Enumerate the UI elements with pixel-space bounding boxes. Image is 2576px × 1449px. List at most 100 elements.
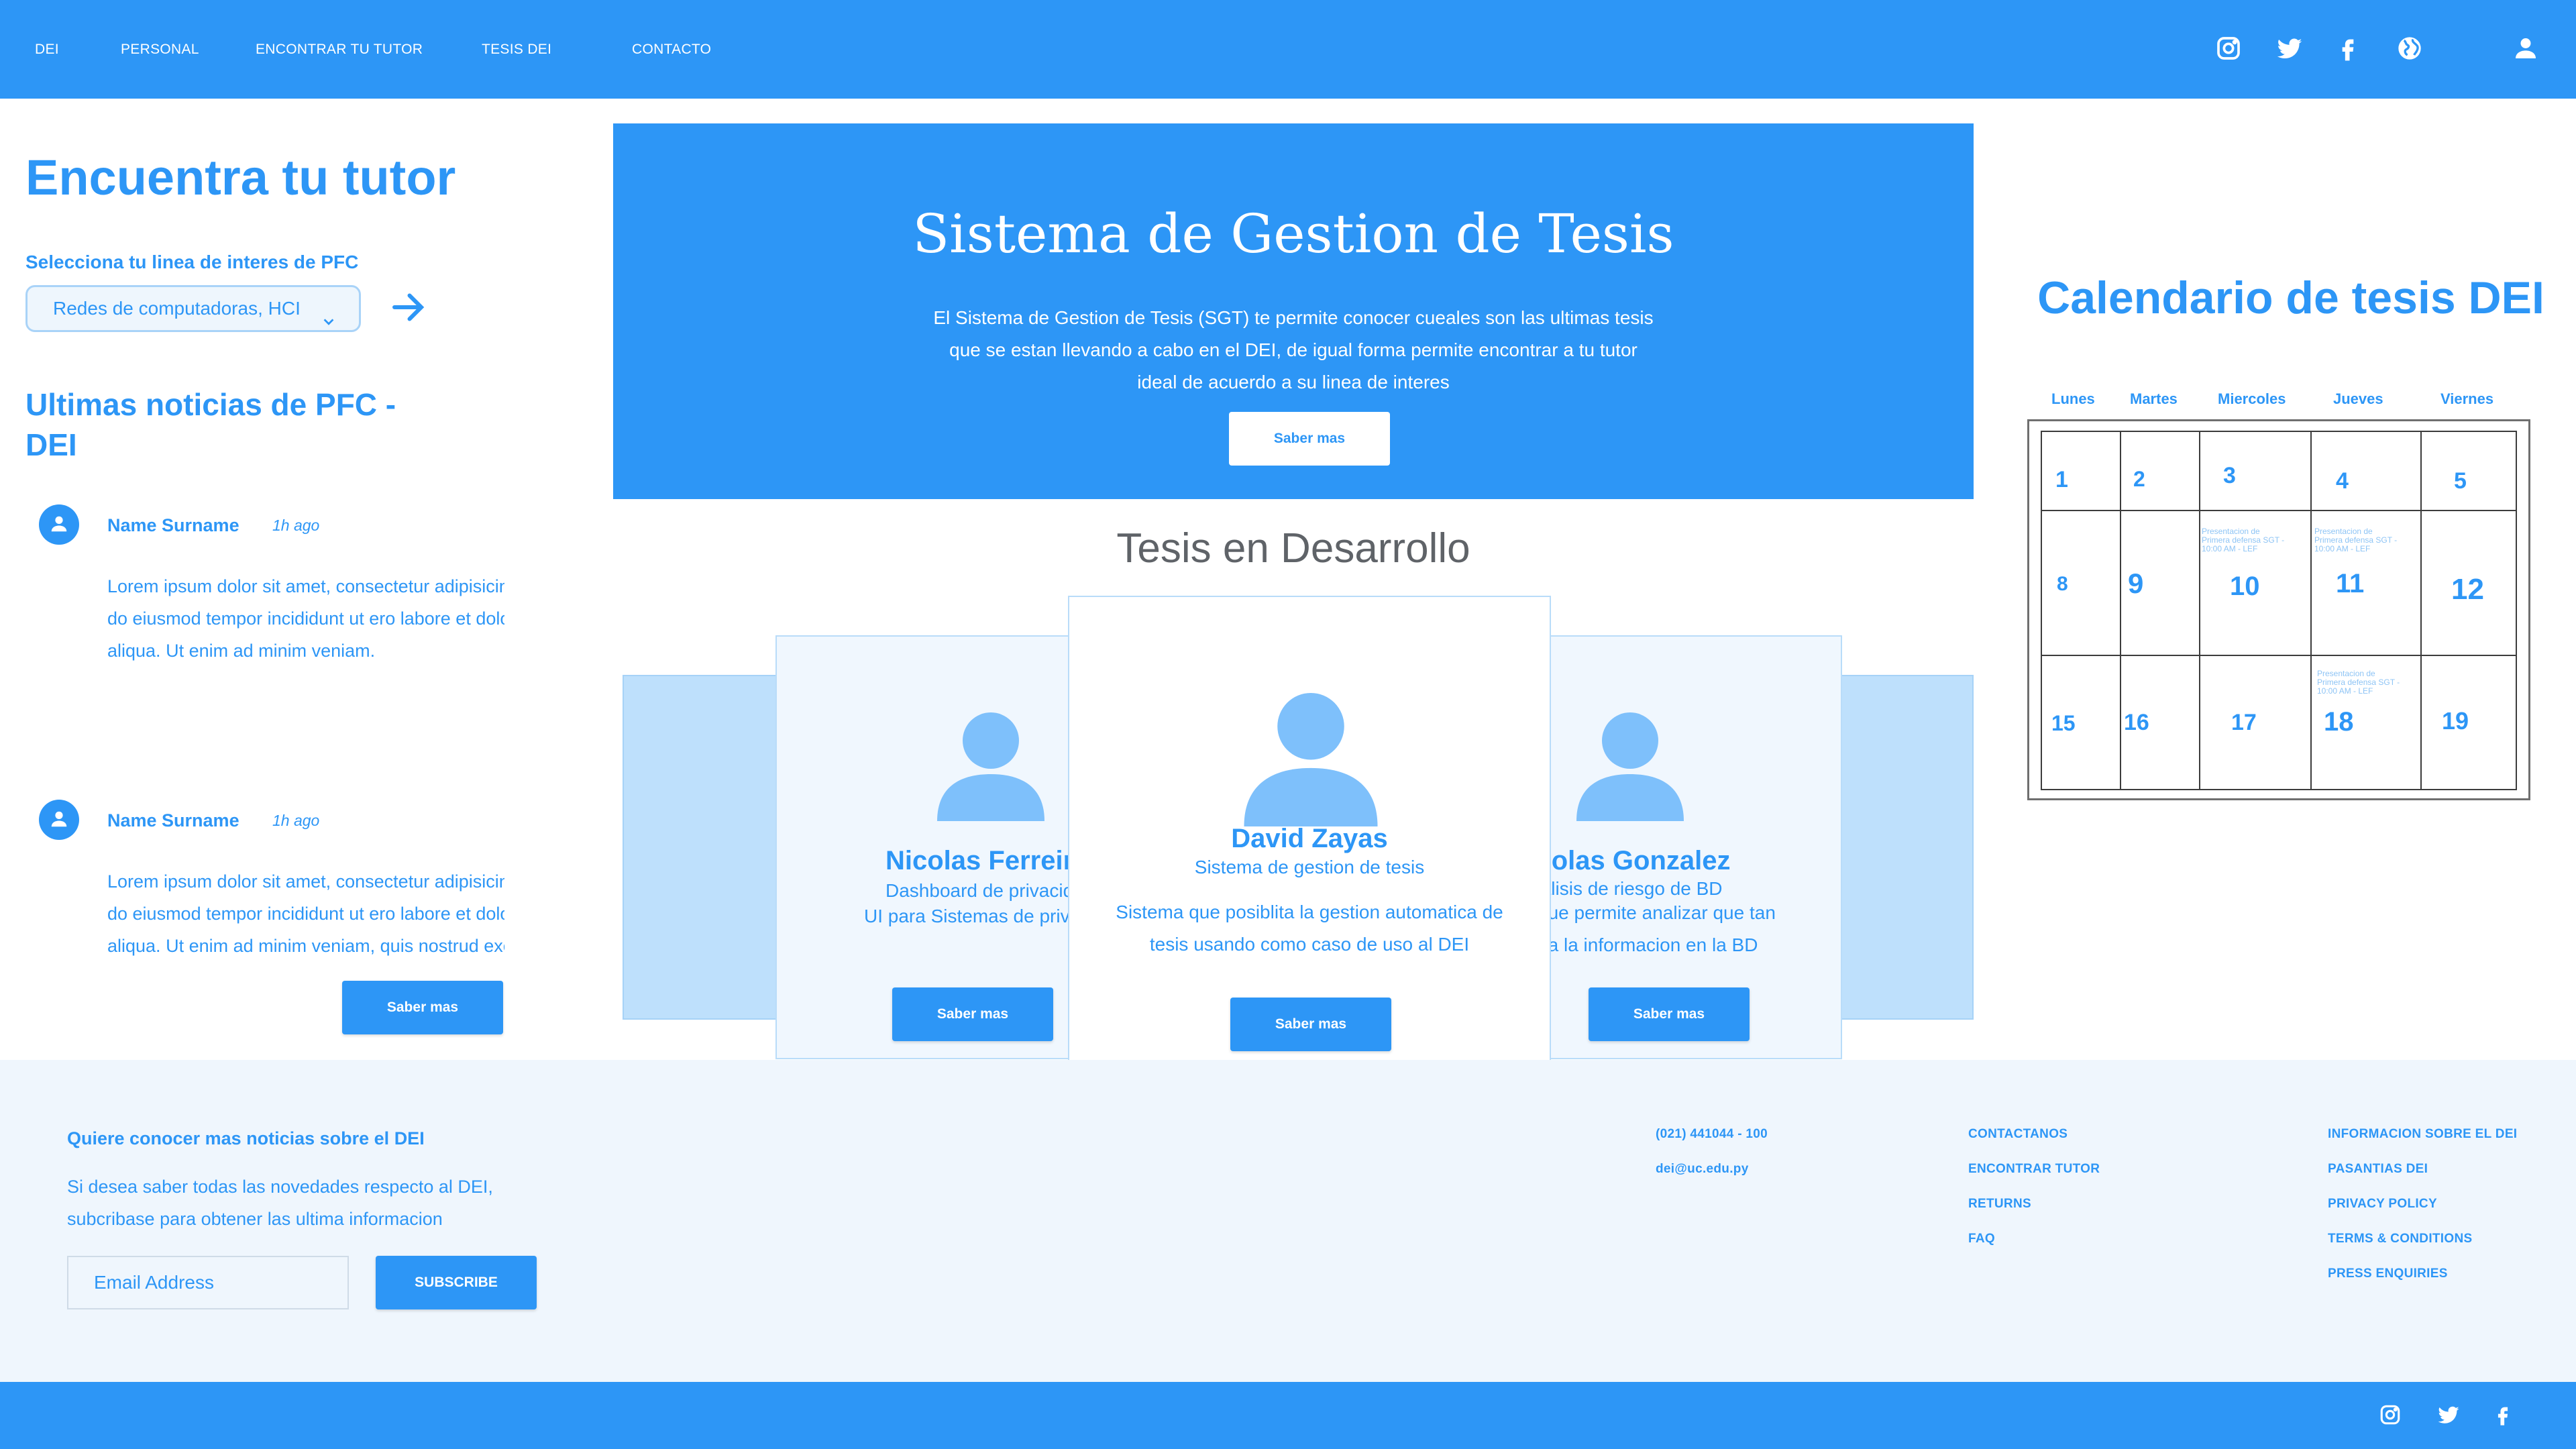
news-title: Ultimas noticias de PFC - DEI — [25, 387, 396, 462]
footer-link-pasantias[interactable]: PASANTIAS DEI — [2328, 1162, 2428, 1177]
calendar-cell[interactable]: Presentacion de Primera defensa SGT - 10… — [2200, 511, 2312, 656]
card-topic-line: UI para Sistemas de privacidad — [864, 906, 1070, 926]
calendar-event[interactable]: Presentacion de Primera defensa SGT - 10… — [2317, 669, 2400, 696]
calendar-event[interactable]: Presentacion de Primera defensa SGT - 10… — [2314, 527, 2397, 553]
chevron-down-icon — [321, 302, 336, 325]
calendar-cell[interactable]: 9 — [2121, 511, 2200, 656]
card-description: Sistema que permite analizar que tan exp… — [1523, 897, 1841, 961]
news-line: do eiusmod tempor incididunt ut ero labo… — [107, 904, 504, 924]
news-body: Lorem ipsum dolor sit amet, consectetur … — [107, 570, 504, 667]
news-line: do eiusmod tempor incididunt ut ero labo… — [107, 608, 504, 629]
calendar-cell[interactable]: 12 — [2422, 511, 2517, 656]
news-line: Lorem ipsum dolor sit amet, consectetur … — [107, 576, 504, 596]
calendar-cell[interactable]: 3 — [2200, 432, 2312, 511]
card-desc-line: Sistema que permite analizar que tan — [1523, 902, 1776, 923]
hero-title: Sistema de Gestion de Tesis — [912, 203, 1674, 265]
calendar-event[interactable]: Presentacion de Primera defensa SGT - 10… — [2202, 527, 2284, 553]
card-topic: Sistema de gestion de tesis — [1194, 857, 1425, 877]
calendar-day-number: 10 — [2230, 572, 2260, 601]
hero-desc-line: El Sistema de Gestion de Tesis (SGT) te … — [933, 307, 1654, 328]
hero-banner: Sistema de Gestion de Tesis El Sistema d… — [613, 123, 1974, 499]
nav-contacto[interactable]: CONTACTO — [632, 42, 711, 58]
instagram-icon[interactable] — [2215, 35, 2242, 62]
tesis-card[interactable]: Nicolas Ferreira Dashboard de privacidad… — [775, 635, 1071, 1059]
calendar-cell[interactable]: 19 — [2422, 656, 2517, 790]
news-line: aliqua. Ut enim ad minim veniam. — [107, 641, 376, 661]
nav-encontrar-tutor[interactable]: ENCONTRAR TU TUTOR — [256, 42, 423, 58]
hero-saber-mas-button[interactable]: Saber mas — [1229, 412, 1390, 466]
nav-personal[interactable]: PERSONAL — [121, 42, 199, 58]
calendar-day-header: Martes — [2130, 390, 2178, 407]
calendar-cell[interactable]: 5 — [2422, 432, 2517, 511]
facebook-icon[interactable] — [2334, 35, 2361, 62]
interest-label: Selecciona tu linea de interes de PFC — [25, 252, 359, 272]
calendar-day-number: 9 — [2128, 568, 2144, 599]
calendar-cell[interactable]: 2 — [2121, 432, 2200, 511]
newsletter-title: Quiere conocer mas noticias sobre el DEI — [67, 1128, 425, 1148]
calendar-cell[interactable]: Presentacion de Primera defensa SGT - 10… — [2312, 656, 2422, 790]
news-author: Name Surname — [107, 515, 239, 535]
card-student-name: Nicolas Gonzalez — [1521, 846, 1731, 875]
interest-select[interactable]: Redes de computadoras, HCI — [25, 285, 361, 332]
news-body: Lorem ipsum dolor sit amet, consectetur … — [107, 865, 504, 962]
calendar-day-number: 17 — [2231, 710, 2257, 735]
carousel-back-panel-right — [1822, 675, 1974, 1020]
calendar-cell[interactable]: 15 — [2042, 656, 2121, 790]
card-description: Sistema que posiblita la gestion automat… — [1069, 896, 1550, 961]
calendar-cell[interactable]: 8 — [2042, 511, 2121, 656]
twitter-icon[interactable] — [2276, 35, 2303, 62]
calendar-day-number: 19 — [2442, 707, 2469, 735]
tesis-card-featured[interactable]: David Zayas Sistema de gestion de tesis … — [1068, 596, 1551, 1099]
footer-link-press[interactable]: PRESS ENQUIRIES — [2328, 1267, 2448, 1281]
card-saber-mas-button[interactable]: Saber mas — [1230, 998, 1391, 1051]
user-icon[interactable] — [2512, 35, 2539, 62]
email-field[interactable]: Email Address — [67, 1256, 349, 1309]
card-student-name: Nicolas Ferreira — [885, 846, 1071, 875]
footer-link-terms[interactable]: TERMS & CONDITIONS — [2328, 1232, 2472, 1246]
footer-email[interactable]: dei@uc.edu.py — [1656, 1162, 1749, 1177]
calendar-day-number: 3 — [2223, 463, 2236, 488]
calendar-day-number: 4 — [2336, 468, 2349, 494]
tesis-section-title: Tesis en Desarrollo — [1116, 525, 1470, 572]
footer-link-faq[interactable]: FAQ — [1968, 1232, 1995, 1246]
footer-link-returns[interactable]: RETURNS — [1968, 1197, 2031, 1212]
calendar-cell[interactable]: 4 — [2312, 432, 2422, 511]
carousel-back-panel-left — [623, 675, 778, 1020]
interest-select-value: Redes de computadoras, HCI — [53, 298, 301, 319]
calendar-day-number: 11 — [2336, 569, 2365, 598]
calendar-day-number: 18 — [2324, 707, 2354, 737]
footer-link-contactanos[interactable]: CONTACTANOS — [1968, 1127, 2068, 1142]
globe-icon[interactable] — [2396, 35, 2423, 62]
nav-tesis-dei[interactable]: TESIS DEI — [482, 42, 551, 58]
tesis-card[interactable]: Nicolas Gonzalez Analisis de riesgo de B… — [1521, 635, 1842, 1059]
card-topic: Dashboard de privacidad UI para Sistemas… — [864, 878, 1069, 929]
news-item: Name Surname 1h ago Lorem ipsum dolor si… — [39, 504, 508, 679]
news-saber-mas-button[interactable]: Saber mas — [342, 981, 503, 1034]
calendar-cell[interactable]: 17 — [2200, 656, 2312, 790]
footer-link-informacion[interactable]: INFORMACION SOBRE EL DEI — [2328, 1127, 2517, 1142]
news-item: Name Surname 1h ago Lorem ipsum dolor si… — [39, 800, 508, 974]
subscribe-button[interactable]: SUBSCRIBE — [376, 1256, 537, 1309]
calendar-day-header: Jueves — [2333, 390, 2383, 407]
calendar-cell[interactable]: 16 — [2121, 656, 2200, 790]
card-saber-mas-button[interactable]: Saber mas — [1589, 987, 1750, 1041]
nav-dei[interactable]: DEI — [35, 42, 59, 58]
footer-link-privacy-policy[interactable]: PRIVACY POLICY — [2328, 1197, 2437, 1212]
calendar-cell[interactable]: Presentacion de Primera defensa SGT - 10… — [2312, 511, 2422, 656]
arrow-right-icon[interactable] — [388, 287, 428, 327]
newsletter-description: Si desea saber todas las novedades respe… — [67, 1177, 493, 1229]
calendar-grid: 1 2 3 4 5 8 9 Presentacion de Primera de… — [2041, 431, 2517, 790]
card-saber-mas-button[interactable]: Saber mas — [892, 987, 1053, 1041]
card-desc-line: expuesta la informacion en la BD — [1523, 934, 1758, 955]
twitter-icon[interactable] — [2437, 1403, 2460, 1426]
facebook-icon[interactable] — [2491, 1403, 2514, 1426]
avatar — [39, 800, 79, 840]
calendar-day-number: 12 — [2451, 573, 2484, 606]
event-line: 10:00 AM - LEF — [2314, 544, 2371, 553]
footer-link-encontrar-tutor[interactable]: ENCONTRAR TUTOR — [1968, 1162, 2100, 1177]
instagram-icon[interactable] — [2379, 1403, 2402, 1426]
calendar-title: Calendario de tesis DEI — [2037, 272, 2544, 323]
calendar-day-number: 8 — [2057, 573, 2068, 595]
calendar-cell[interactable]: 1 — [2042, 432, 2121, 511]
calendar-day-number: 2 — [2133, 467, 2145, 491]
